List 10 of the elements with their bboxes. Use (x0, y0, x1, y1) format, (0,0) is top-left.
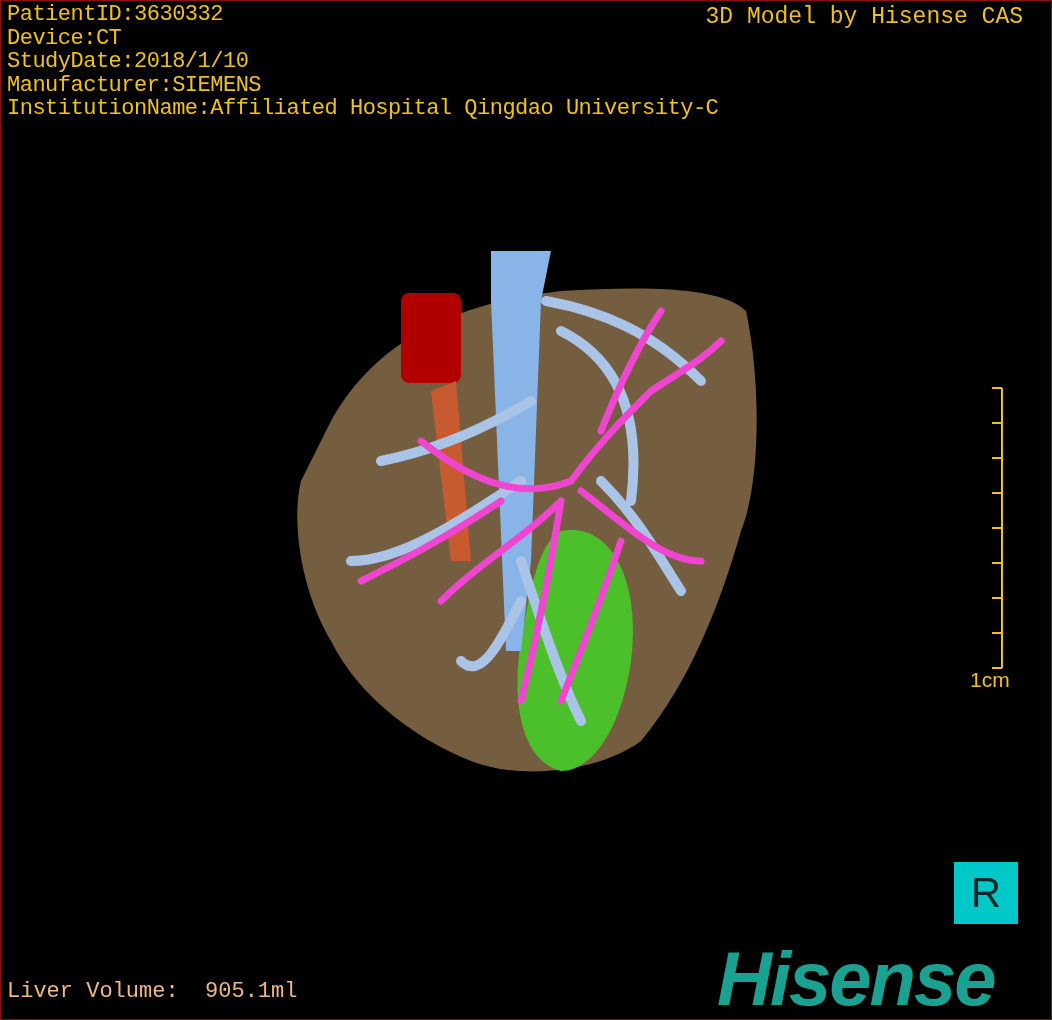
liver-volume-text: Liver Volume: 905.1ml (7, 979, 298, 1005)
scale-label: 1cm (970, 668, 1010, 692)
dicom-info-text: PatientID:3630332 (7, 3, 223, 27)
dicom-info-text: Manufacturer:SIEMENS (7, 73, 262, 97)
brand-logo: Hisense (717, 939, 995, 1019)
dicom-info-text: InstitutionName:Affiliated Hospital Qingdao University-C (7, 97, 719, 121)
credit-text: 3D Model by Hisense CAS (705, 4, 1023, 30)
orientation-marker: R (954, 862, 1018, 924)
dicom-info-text: Device:CT (7, 26, 122, 50)
dicom-info-text: StudyDate:2018/1/10 (7, 50, 249, 74)
